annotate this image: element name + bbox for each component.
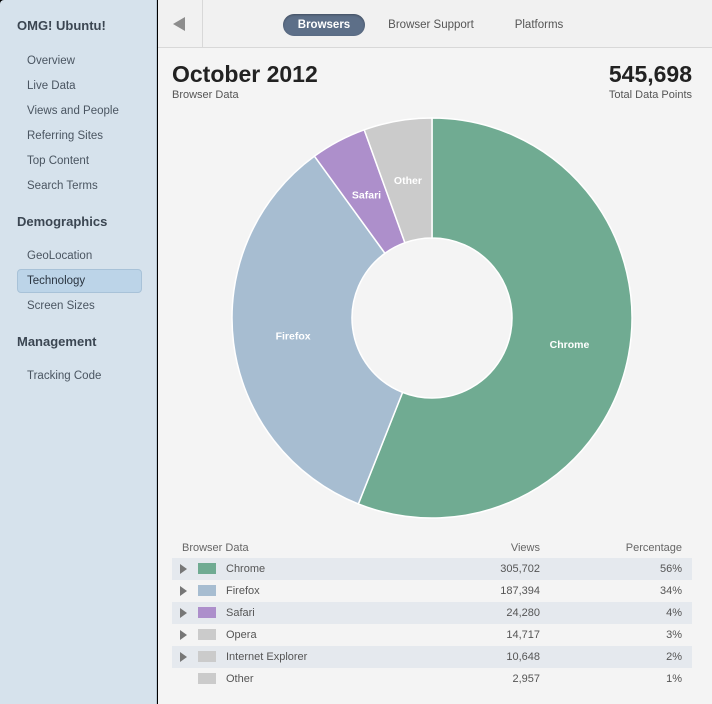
- expand-arrow-icon[interactable]: [180, 564, 187, 574]
- table-row[interactable]: Internet Explorer 10,648 2%: [172, 646, 692, 668]
- table-row[interactable]: Safari 24,280 4%: [172, 602, 692, 624]
- header-percentage: Percentage: [625, 542, 682, 554]
- percentage-value: 3%: [666, 629, 682, 641]
- percentage-value: 34%: [659, 585, 682, 597]
- table-row[interactable]: Opera 14,717 3%: [172, 624, 692, 646]
- slice-label-chrome: Chrome: [550, 339, 590, 351]
- sidebar-item-referring-sites[interactable]: Referring Sites: [17, 124, 142, 148]
- percentage-value: 2%: [666, 651, 682, 663]
- color-swatch: [198, 607, 216, 618]
- expand-arrow-icon[interactable]: [180, 652, 187, 662]
- color-swatch: [198, 673, 216, 684]
- expand-arrow-icon[interactable]: [180, 586, 187, 596]
- slice-label-safari: Safari: [352, 189, 381, 201]
- table-row[interactable]: Chrome 305,702 56%: [172, 558, 692, 580]
- sidebar-item-overview[interactable]: Overview: [17, 49, 142, 73]
- section-management: Management: [17, 334, 97, 349]
- percentage-value: 4%: [666, 607, 682, 619]
- header-views: Views: [510, 542, 540, 554]
- browser-table: Browser Data Views Percentage Chrome 305,…: [172, 540, 692, 690]
- table-row: Other 2,957 1%: [172, 668, 692, 690]
- table-row[interactable]: Firefox 187,394 34%: [172, 580, 692, 602]
- percentage-value: 1%: [666, 673, 682, 685]
- color-swatch: [198, 651, 216, 662]
- sidebar-item-tracking-code[interactable]: Tracking Code: [17, 364, 142, 388]
- section-demographics: Demographics: [17, 214, 108, 229]
- browser-name: Opera: [226, 629, 257, 641]
- color-swatch: [198, 629, 216, 640]
- sidebar-item-search-terms[interactable]: Search Terms: [17, 174, 142, 198]
- views-value: 2,957: [512, 673, 540, 685]
- browser-name: Other: [226, 673, 254, 685]
- header-browser-data: Browser Data: [182, 542, 249, 554]
- browser-name: Firefox: [226, 585, 260, 597]
- expand-arrow-icon[interactable]: [180, 630, 187, 640]
- browser-name: Safari: [226, 607, 255, 619]
- views-value: 14,717: [506, 629, 540, 641]
- expand-arrow-icon[interactable]: [180, 608, 187, 618]
- slice-label-firefox: Firefox: [276, 331, 311, 343]
- views-value: 305,702: [500, 563, 540, 575]
- browser-name: Chrome: [226, 563, 266, 575]
- slice-label-other: Other: [394, 175, 422, 187]
- views-value: 187,394: [500, 585, 540, 597]
- sidebar-item-technology[interactable]: Technology: [17, 269, 142, 293]
- app-title: OMG! Ubuntu!: [17, 18, 106, 33]
- views-value: 10,648: [506, 651, 540, 663]
- browser-name: Internet Explorer: [226, 651, 308, 663]
- table-body: Chrome 305,702 56% Firefox 187,394 34% Safari 2…: [172, 558, 692, 690]
- color-swatch: [198, 563, 216, 574]
- sidebar-item-views-and-people[interactable]: Views and People: [17, 99, 142, 123]
- sidebar: OMG! Ubuntu! Overview Live Data Views an…: [0, 0, 157, 704]
- percentage-value: 56%: [659, 563, 682, 575]
- sidebar-item-live-data[interactable]: Live Data: [17, 74, 142, 98]
- views-value: 24,280: [506, 607, 540, 619]
- color-swatch: [198, 585, 216, 596]
- sidebar-item-screen-sizes[interactable]: Screen Sizes: [17, 294, 142, 318]
- sidebar-item-geolocation[interactable]: GeoLocation: [17, 244, 142, 268]
- sidebar-item-top-content[interactable]: Top Content: [17, 149, 142, 173]
- browser-donut-chart: Chrome Firefox Safari Other: [231, 117, 633, 519]
- table-header: Browser Data Views Percentage: [172, 540, 692, 558]
- main-panel: Browsers Browser Support Platforms Octob…: [158, 0, 712, 704]
